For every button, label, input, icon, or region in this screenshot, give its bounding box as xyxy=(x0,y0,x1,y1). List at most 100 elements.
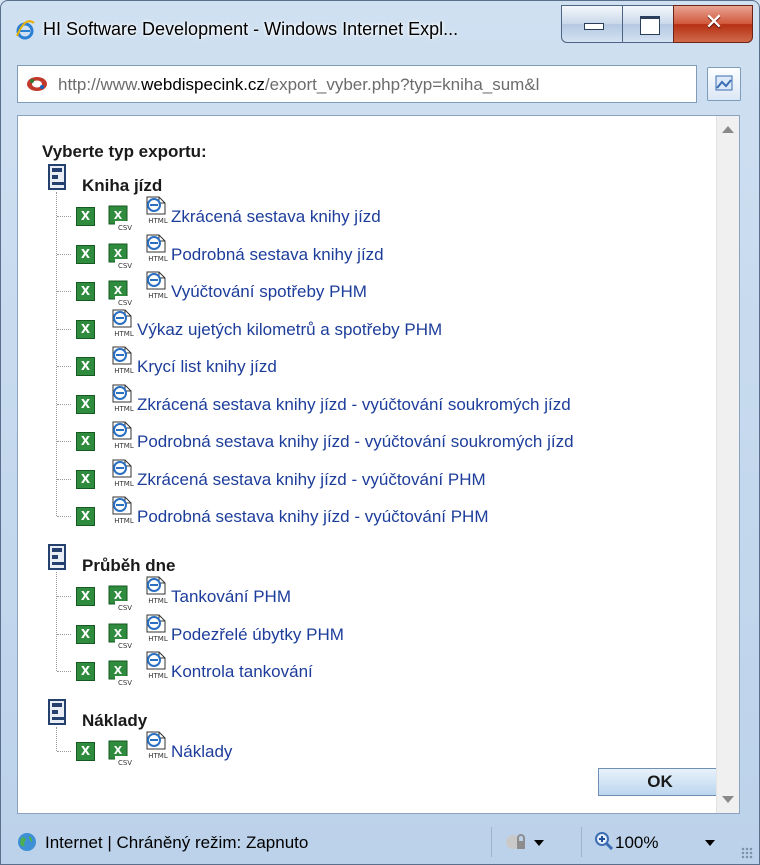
export-item-link[interactable]: Podrobná sestava knihy jízd xyxy=(171,245,384,265)
tree-connector xyxy=(56,572,57,671)
excel-icon[interactable] xyxy=(76,319,95,339)
csv-icon[interactable]: X CSV xyxy=(107,585,135,611)
csv-icon[interactable]: X CSV xyxy=(107,280,135,306)
svg-text:HTML: HTML xyxy=(148,292,168,299)
export-item-link[interactable]: Zkrácená sestava knihy jízd - vyúčtování… xyxy=(137,395,571,415)
zoom-level[interactable]: 100% xyxy=(615,833,658,853)
svg-text:HTML: HTML xyxy=(114,405,134,412)
export-item-link[interactable]: Podrobná sestava knihy jízd - vyúčtování… xyxy=(137,507,489,527)
export-item-link[interactable]: Náklady xyxy=(171,742,232,762)
svg-text:X: X xyxy=(114,589,123,602)
ie-html-icon[interactable]: HTML xyxy=(141,649,171,679)
export-item-link[interactable]: Krycí list knihy jízd xyxy=(137,357,277,377)
export-item-link[interactable]: Tankování PHM xyxy=(171,587,291,607)
maximize-icon xyxy=(640,16,660,35)
csv-icon[interactable]: X CSV xyxy=(107,205,135,231)
svg-text:CSV: CSV xyxy=(118,224,132,231)
excel-icon[interactable] xyxy=(76,587,95,606)
ie-html-icon[interactable]: HTML xyxy=(107,457,137,487)
svg-text:HTML: HTML xyxy=(148,635,168,642)
svg-text:CSV: CSV xyxy=(118,759,132,766)
excel-icon[interactable] xyxy=(76,469,95,489)
tree-connector xyxy=(57,441,71,442)
svg-text:HTML: HTML xyxy=(114,367,134,374)
security-zone-text[interactable]: Internet | Chráněný režim: Zapnuto xyxy=(45,833,308,853)
url-prefix: http://www. xyxy=(58,75,142,94)
excel-icon[interactable] xyxy=(76,282,95,301)
close-icon: ✕ xyxy=(704,10,724,35)
tree-connector xyxy=(57,633,71,635)
tree-connector xyxy=(57,291,71,292)
ie-html-icon[interactable]: HTML xyxy=(141,269,171,299)
address-bar[interactable]: http://www.webdispecink.cz/export_vyber.… xyxy=(17,65,697,103)
export-item-link[interactable]: Výkaz ujetých kilometrů a spotřeby PHM xyxy=(137,320,442,340)
csv-icon[interactable]: X CSV xyxy=(107,623,135,649)
ie-html-icon[interactable]: HTML xyxy=(141,574,171,604)
svg-text:X: X xyxy=(114,247,123,260)
excel-icon[interactable] xyxy=(76,357,95,376)
export-item-link[interactable]: Zkrácená sestava knihy jízd - vyúčtování… xyxy=(137,470,486,490)
ie-html-icon[interactable]: HTML xyxy=(141,729,171,759)
compatibility-view-button[interactable] xyxy=(707,67,741,101)
csv-icon[interactable]: X CSV xyxy=(107,740,135,766)
scroll-up-icon[interactable] xyxy=(722,126,734,133)
ie-html-icon[interactable]: HTML xyxy=(107,494,137,524)
minimize-button[interactable] xyxy=(561,5,623,43)
excel-icon[interactable] xyxy=(76,624,95,644)
vertical-scrollbar[interactable] xyxy=(716,116,739,813)
csv-icon[interactable]: X CSV xyxy=(107,243,135,269)
svg-text:HTML: HTML xyxy=(148,255,168,262)
excel-icon[interactable] xyxy=(76,394,95,414)
excel-icon[interactable] xyxy=(76,662,95,681)
folder-icon xyxy=(48,699,66,725)
excel-icon[interactable] xyxy=(76,432,95,451)
svg-text:X: X xyxy=(114,627,123,640)
ie-html-icon[interactable]: HTML xyxy=(107,344,137,374)
security-settings-icon[interactable] xyxy=(505,832,527,852)
close-button[interactable]: ✕ xyxy=(673,5,753,43)
url-text[interactable]: http://www.webdispecink.cz/export_vyber.… xyxy=(58,75,692,95)
ie-html-icon[interactable]: HTML xyxy=(141,612,171,642)
svg-text:HTML: HTML xyxy=(148,752,168,759)
svg-text:HTML: HTML xyxy=(114,480,134,487)
title-bar[interactable]: HI Software Development - Windows Intern… xyxy=(1,1,759,61)
csv-icon[interactable]: X CSV xyxy=(107,660,135,686)
ok-button[interactable]: OK xyxy=(598,768,722,796)
zoom-icon[interactable] xyxy=(595,832,613,850)
url-domain: webdispecink.cz xyxy=(141,75,265,94)
tree-connector xyxy=(57,366,71,367)
svg-text:CSV: CSV xyxy=(118,642,132,649)
export-item-link[interactable]: Podrobná sestava knihy jízd - vyúčtování… xyxy=(137,432,574,452)
ie-html-icon[interactable]: HTML xyxy=(107,419,137,449)
status-separator xyxy=(491,827,492,857)
maximize-button[interactable] xyxy=(622,5,674,43)
ie-html-icon[interactable]: HTML xyxy=(141,232,171,262)
export-item-link[interactable]: Podezřelé úbytky PHM xyxy=(171,625,344,645)
svg-text:CSV: CSV xyxy=(118,262,132,269)
svg-text:X: X xyxy=(114,744,123,757)
status-separator xyxy=(581,827,582,857)
folder-icon xyxy=(48,164,66,190)
ie-html-icon[interactable]: HTML xyxy=(107,307,137,337)
resize-grip[interactable] xyxy=(741,847,753,859)
security-dropdown-icon[interactable] xyxy=(534,840,544,846)
svg-text:HTML: HTML xyxy=(148,672,168,679)
excel-icon[interactable] xyxy=(76,507,95,526)
excel-icon[interactable] xyxy=(76,742,95,761)
scroll-down-icon[interactable] xyxy=(722,796,734,803)
export-item-link[interactable]: Vyúčtování spotřeby PHM xyxy=(171,282,367,302)
export-item-link[interactable]: Kontrola tankování xyxy=(171,662,313,682)
excel-icon[interactable] xyxy=(76,244,95,264)
zoom-dropdown-icon[interactable] xyxy=(705,840,715,846)
tree-connector xyxy=(57,253,71,255)
excel-icon[interactable] xyxy=(76,207,95,226)
tree-connector xyxy=(57,328,71,330)
ie-html-icon[interactable]: HTML xyxy=(107,382,137,412)
export-item-link[interactable]: Zkrácená sestava knihy jízd xyxy=(171,207,381,227)
svg-text:HTML: HTML xyxy=(114,517,134,524)
svg-text:CSV: CSV xyxy=(118,604,132,611)
browser-popup-window: HI Software Development - Windows Intern… xyxy=(0,0,760,865)
tree-connector xyxy=(57,516,71,517)
ie-html-icon[interactable]: HTML xyxy=(141,194,171,224)
tree-connector xyxy=(56,727,57,751)
